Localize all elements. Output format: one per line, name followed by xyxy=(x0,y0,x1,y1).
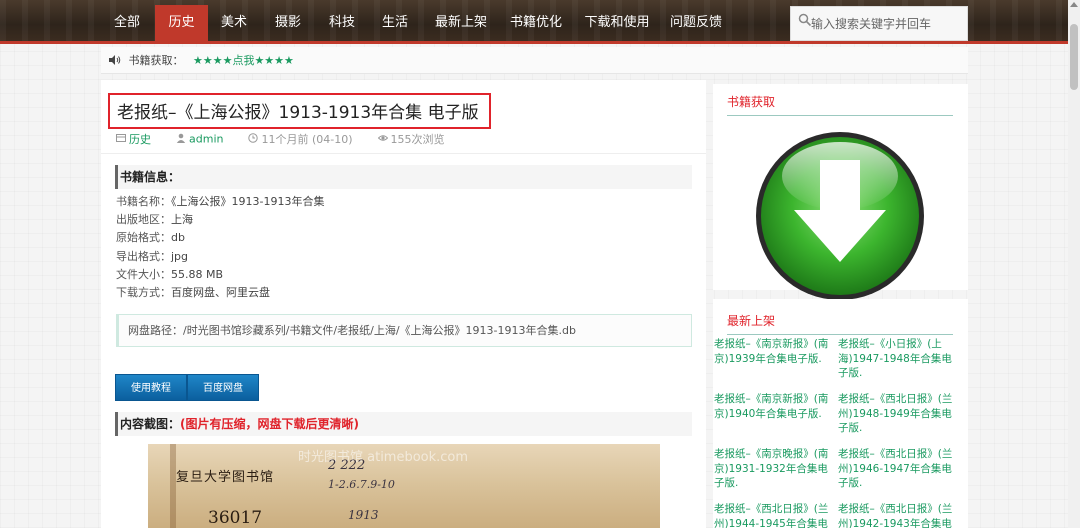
latest-item[interactable]: 老报纸–《南京新报》(南京)1940年合集电子版. xyxy=(714,392,829,421)
sidebar-latest-title: 最新上架 xyxy=(727,314,776,328)
latest-item[interactable]: 老报纸–《西北日报》(兰州)1948-1949年合集电子版. xyxy=(838,392,953,436)
tutorial-button[interactable]: 使用教程 xyxy=(115,374,187,401)
article-panel: 老报纸–《上海公报》1913-1913年合集 电子版 历史 admin 11个月… xyxy=(101,80,706,528)
info-heading: 书籍信息： xyxy=(115,165,692,189)
scroll-thumb[interactable] xyxy=(1070,24,1078,90)
latest-item[interactable]: 老报纸–《南京新报》(南京)1939年合集电子版. xyxy=(714,337,829,366)
user-icon xyxy=(176,133,186,143)
nav-item-feedback[interactable]: 问题反馈 xyxy=(665,5,727,41)
info-row: 导出格式：jpg xyxy=(116,249,189,263)
page-title: 老报纸–《上海公报》1913-1913年合集 电子版 xyxy=(117,103,479,123)
notice-link[interactable]: ★★★★点我★★★★ xyxy=(193,54,294,67)
info-row: 出版地区：上海 xyxy=(116,213,193,227)
nav-item-download-use[interactable]: 下载和使用 xyxy=(580,5,654,41)
speaker-icon xyxy=(109,55,121,65)
sidebar-get-title: 书籍获取 xyxy=(727,95,776,109)
search-icon xyxy=(798,13,812,27)
clock-icon xyxy=(248,133,259,143)
content-screenshot: 时光图书馆 atimebook.com 复旦大学图书馆 36017 2 222 … xyxy=(148,444,660,528)
post-time: 11个月前 (04-10) xyxy=(261,133,353,146)
sidebar-get-book: 书籍获取 xyxy=(713,84,968,300)
latest-item[interactable]: 老报纸–《西北日报》(兰州)1942-1943年合集电子版. xyxy=(838,502,953,528)
baidu-disk-button[interactable]: 百度网盘 xyxy=(187,374,259,401)
download-arrow-icon[interactable] xyxy=(754,130,926,302)
latest-item[interactable]: 老报纸–《西北日报》(兰州)1944-1945年合集电子版. xyxy=(714,502,829,528)
nav-item-art[interactable]: 美术 xyxy=(210,5,258,41)
search-input[interactable] xyxy=(811,7,967,40)
book-info-list: 书籍名称：《上海公报》1913-1913年合集 出版地区：上海 原始格式：db … xyxy=(116,193,324,302)
view-count: 155次浏览 xyxy=(390,133,445,146)
screenshot-note: (图片有压缩，网盘下载后更清晰) xyxy=(180,417,359,431)
info-row: 原始格式：db xyxy=(116,231,185,245)
nav-item-photography[interactable]: 摄影 xyxy=(264,5,312,41)
latest-item[interactable]: 老报纸–《南京晚报》(南京)1931-1932年合集电子版. xyxy=(714,447,829,491)
nav-item-tech[interactable]: 科技 xyxy=(318,5,366,41)
nav-item-new-arrivals[interactable]: 最新上架 xyxy=(430,5,492,41)
handwritten-note: 2 222 xyxy=(328,458,366,473)
library-stamp: 复旦大学图书馆 xyxy=(176,470,275,485)
scroll-up-arrow-icon[interactable] xyxy=(1070,2,1078,7)
author-link[interactable]: admin xyxy=(189,133,223,146)
category-link[interactable]: 历史 xyxy=(129,133,151,146)
info-row: 文件大小：55.88 MB xyxy=(116,267,224,281)
article-meta: 历史 admin 11个月前 (04-10) 155次浏览 xyxy=(116,131,445,147)
category-icon xyxy=(116,134,126,142)
catalog-number: 36017 xyxy=(208,508,263,528)
nav-item-life[interactable]: 生活 xyxy=(371,5,419,41)
handwritten-year: 1913 xyxy=(348,508,379,522)
nav-item-history[interactable]: 历史 xyxy=(155,5,208,41)
nav-item-all[interactable]: 全部 xyxy=(103,5,151,41)
disk-path-box: 网盘路径：/时光图书馆珍藏系列/书籍文件/老报纸/上海/《上海公报》1913-1… xyxy=(116,314,692,347)
meta-divider xyxy=(101,153,706,154)
info-row: 书籍名称：《上海公报》1913-1913年合集 xyxy=(116,195,325,208)
watermark: 时光图书馆 atimebook.com xyxy=(298,450,469,465)
top-navbar: 全部 历史 美术 摄影 科技 生活 最新上架 书籍优化 下载和使用 问题反馈 xyxy=(0,0,1068,44)
notice-label: 书籍获取： xyxy=(128,54,184,67)
latest-item[interactable]: 老报纸–《小日报》(上海)1947-1948年合集电子版. xyxy=(838,337,953,381)
title-highlight-box: 老报纸–《上海公报》1913-1913年合集 电子版 xyxy=(108,93,491,129)
info-row: 下载方式：百度网盘、阿里云盘 xyxy=(116,286,270,300)
handwritten-note: 1-2.6.7.9-10 xyxy=(328,478,395,491)
eye-icon xyxy=(377,135,388,141)
latest-item[interactable]: 老报纸–《西北日报》(兰州)1946-1947年合集电子版. xyxy=(838,447,953,491)
notice-bar: 书籍获取： ★★★★点我★★★★ xyxy=(101,47,968,74)
screenshot-heading: 内容截图：(图片有压缩，网盘下载后更清晰) xyxy=(115,412,692,436)
nav-item-book-optimize[interactable]: 书籍优化 xyxy=(505,5,567,41)
page-scrollbar[interactable] xyxy=(1068,0,1080,528)
search-box[interactable] xyxy=(790,6,968,41)
